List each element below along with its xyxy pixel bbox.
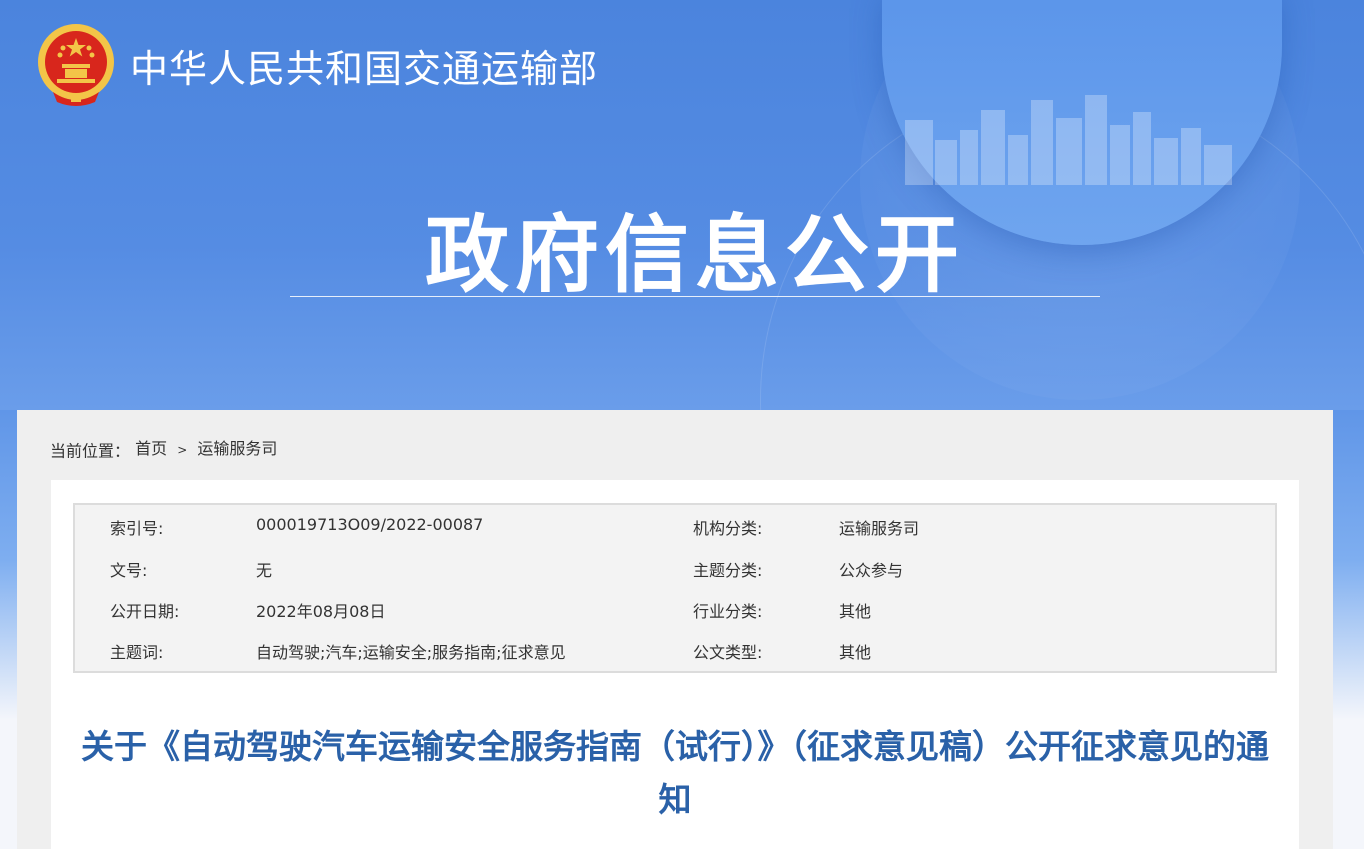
metadata-value: 2022年08月08日 [256, 602, 386, 621]
metadata-value: 运输服务司 [839, 519, 920, 538]
title-underline [290, 296, 1100, 297]
ministry-name: 中华人民共和国交通运输部 [130, 47, 599, 91]
page-title: 政府信息公开 [424, 206, 965, 304]
metadata-value: 其他 [839, 643, 872, 662]
metadata-row: 公开日期: 2022年08月08日 行业分类: 其他 [75, 588, 1275, 628]
metadata-label: 行业分类: [693, 602, 763, 621]
document-title: 关于《自动驾驶汽车运输安全服务指南（试行）》（征求意见稿）公开征求意见的通知 [81, 727, 1269, 819]
main-panel: 当前位置： 首页 > 运输服务司 索引号: 000019713O09/2022-… [17, 410, 1333, 849]
metadata-label: 公开日期: [110, 602, 180, 621]
metadata-row: 索引号: 000019713O09/2022-00087 机构分类: 运输服务司 [75, 505, 1275, 545]
header-banner: 中华人民共和国交通运输部 政府信息公开 [0, 0, 1364, 410]
breadcrumb: 当前位置： 首页 > 运输服务司 [50, 435, 277, 462]
breadcrumb-department-link[interactable]: 运输服务司 [197, 439, 277, 458]
metadata-row: 文号: 无 主题分类: 公众参与 [75, 547, 1275, 587]
breadcrumb-home-link[interactable]: 首页 [135, 439, 167, 458]
metadata-label: 主题词: [110, 643, 164, 662]
breadcrumb-separator: > [177, 442, 188, 457]
metadata-value: 无 [256, 561, 273, 580]
metadata-value: 公众参与 [839, 561, 904, 580]
metadata-value: 其他 [839, 602, 872, 621]
metadata-label: 机构分类: [693, 519, 763, 538]
content-card: 索引号: 000019713O09/2022-00087 机构分类: 运输服务司… [51, 480, 1299, 849]
metadata-value: 自动驾驶;汽车;运输安全;服务指南;征求意见 [256, 643, 566, 662]
metadata-table: 索引号: 000019713O09/2022-00087 机构分类: 运输服务司… [73, 503, 1277, 673]
metadata-label: 公文类型: [693, 643, 763, 662]
metadata-label: 主题分类: [693, 561, 763, 580]
metadata-label: 文号: [110, 561, 148, 580]
city-skyline-icon [905, 95, 1232, 185]
metadata-label: 索引号: [110, 519, 164, 538]
breadcrumb-prefix: 当前位置： [50, 441, 131, 461]
national-emblem-icon [38, 24, 114, 106]
metadata-value: 000019713O09/2022-00087 [256, 515, 484, 534]
metadata-row: 主题词: 自动驾驶;汽车;运输安全;服务指南;征求意见 公文类型: 其他 [75, 629, 1275, 669]
